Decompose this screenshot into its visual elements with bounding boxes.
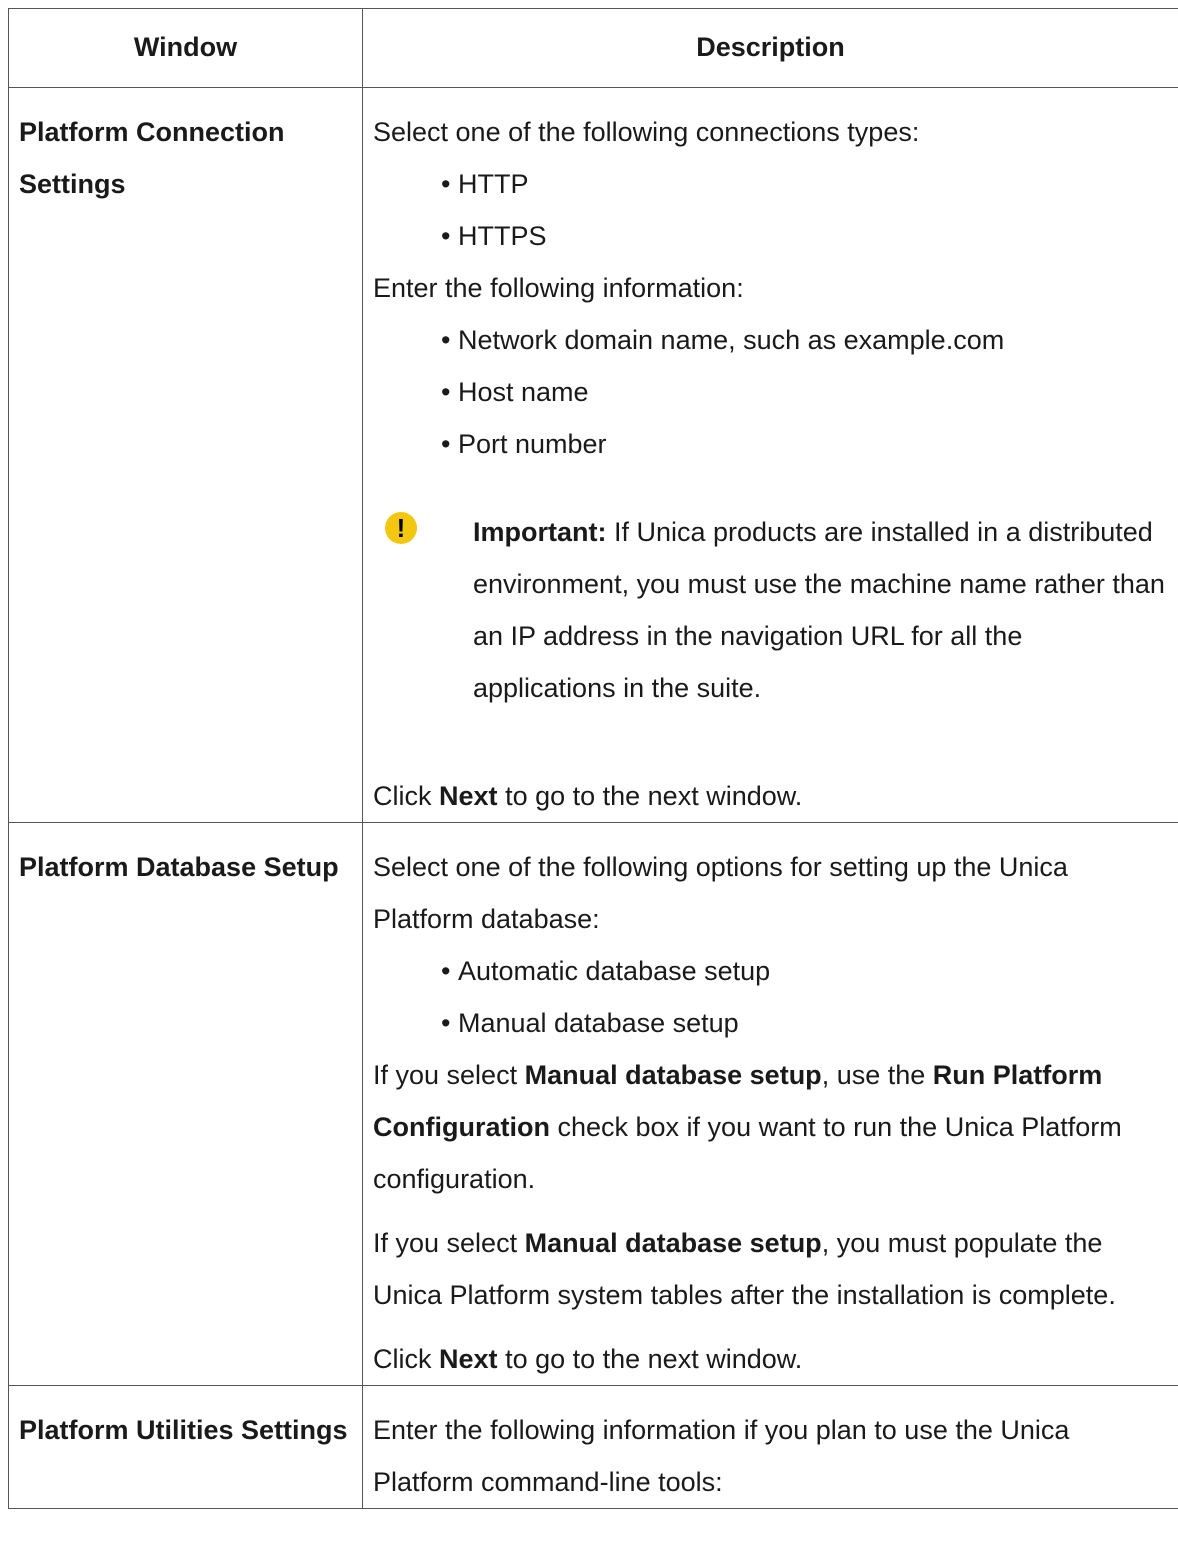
installer-windows-table: Window Description Platform Connection S… <box>8 8 1178 1509</box>
important-exclamation-icon: ! <box>385 512 417 544</box>
intro-text: Select one of the following connections … <box>373 117 920 147</box>
list-item: Automatic database setup <box>441 945 1168 997</box>
list-item: Host name <box>441 366 1168 418</box>
note-text: Important: If Unica products are install… <box>473 506 1168 714</box>
window-name: Platform Utilities Settings <box>8 1385 363 1509</box>
description-cell: Select one of the following connections … <box>362 87 1178 823</box>
manual-setup-paragraph-1: If you select Manual database setup, use… <box>373 1060 1122 1194</box>
intro-text: Enter the following information if you p… <box>373 1415 1070 1497</box>
manual-setup-paragraph-2: If you select Manual database setup, you… <box>373 1228 1116 1310</box>
list-item: Network domain name, such as example.com <box>441 314 1168 366</box>
info-list: Network domain name, such as example.com… <box>373 314 1168 470</box>
table-header-row: Window Description <box>8 8 1178 88</box>
list-item: HTTP <box>441 158 1168 210</box>
header-window: Window <box>8 8 363 88</box>
next-label: Next <box>439 1344 498 1374</box>
important-note: ! Important: If Unica products are insta… <box>373 506 1168 714</box>
table-row: Platform Utilities Settings Enter the fo… <box>8 1385 1178 1509</box>
list-item: Manual database setup <box>441 997 1168 1049</box>
intro-text: Select one of the following options for … <box>373 852 1068 934</box>
next-label: Next <box>439 781 498 811</box>
note-label: Important: <box>473 517 607 547</box>
window-name: Platform Database Setup <box>8 822 363 1386</box>
description-cell: Enter the following information if you p… <box>362 1385 1178 1509</box>
click-next-text: Click Next to go to the next window. <box>373 781 803 811</box>
list-item: Port number <box>441 418 1168 470</box>
connection-types-list: HTTP HTTPS <box>373 158 1168 262</box>
setup-options-list: Automatic database setup Manual database… <box>373 945 1168 1049</box>
description-cell: Select one of the following options for … <box>362 822 1178 1386</box>
window-name: Platform Connection Settings <box>8 87 363 823</box>
click-next-text: Click Next to go to the next window. <box>373 1344 803 1374</box>
table-row: Platform Connection Settings Select one … <box>8 87 1178 823</box>
table-row: Platform Database Setup Select one of th… <box>8 822 1178 1386</box>
enter-info-text: Enter the following information: <box>373 273 744 303</box>
list-item: HTTPS <box>441 210 1168 262</box>
header-description: Description <box>362 8 1178 88</box>
